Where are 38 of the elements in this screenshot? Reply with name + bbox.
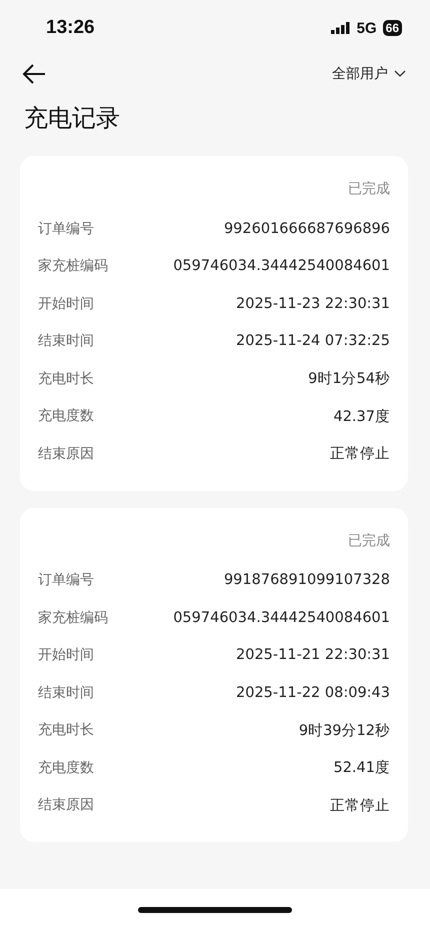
field-value: 059746034.34442540084601 bbox=[173, 258, 390, 274]
status-time: 13:26 bbox=[46, 17, 95, 39]
field-label: 结束原因 bbox=[38, 796, 94, 814]
field-label: 订单编号 bbox=[38, 220, 94, 238]
record-status: 已完成 bbox=[348, 532, 390, 550]
field-value: 正常停止 bbox=[330, 796, 390, 815]
field-value: 52.41度 bbox=[333, 758, 390, 778]
field-label: 充电时长 bbox=[38, 721, 94, 740]
field-value: 992601666687696896 bbox=[224, 220, 390, 237]
field-value: 9时39分12秒 bbox=[298, 722, 390, 740]
field-label: 结束时间 bbox=[38, 684, 94, 702]
record-status: 已完成 bbox=[348, 180, 390, 198]
back-icon[interactable] bbox=[22, 64, 46, 84]
page-title: 充电记录 bbox=[23, 103, 121, 134]
field-value: 059746034.34442540084601 bbox=[173, 610, 390, 626]
field-value: 991876891099107328 bbox=[224, 572, 390, 588]
field-value: 2025-11-24 07:32:25 bbox=[236, 333, 390, 350]
field-value: 42.37度 bbox=[333, 408, 390, 426]
field-label: 订单编号 bbox=[38, 571, 94, 590]
field-value: 2025-11-21 22:30:31 bbox=[236, 647, 390, 664]
network-label: 5G bbox=[356, 20, 377, 36]
user-filter-dropdown[interactable]: 全部用户 bbox=[332, 65, 406, 83]
field-value: 2025-11-22 08:09:43 bbox=[236, 684, 390, 701]
field-label: 家充桩编码 bbox=[38, 608, 108, 627]
battery-indicator: 66 bbox=[382, 20, 402, 36]
field-label: 开始时间 bbox=[38, 294, 94, 313]
field-label: 充电度数 bbox=[38, 758, 94, 777]
field-value: 9时1分54秒 bbox=[308, 370, 390, 388]
field-value: 2025-11-23 22:30:31 bbox=[236, 296, 390, 312]
field-label: 家充桩编码 bbox=[38, 257, 108, 276]
chevron-down-icon bbox=[394, 70, 406, 78]
field-label: 充电度数 bbox=[38, 407, 94, 426]
field-value: 正常停止 bbox=[330, 445, 390, 464]
field-label: 充电时长 bbox=[38, 370, 94, 388]
field-label: 结束原因 bbox=[38, 444, 94, 463]
field-label: 开始时间 bbox=[38, 646, 94, 664]
signal-icon bbox=[330, 22, 351, 34]
field-label: 结束时间 bbox=[38, 332, 94, 350]
